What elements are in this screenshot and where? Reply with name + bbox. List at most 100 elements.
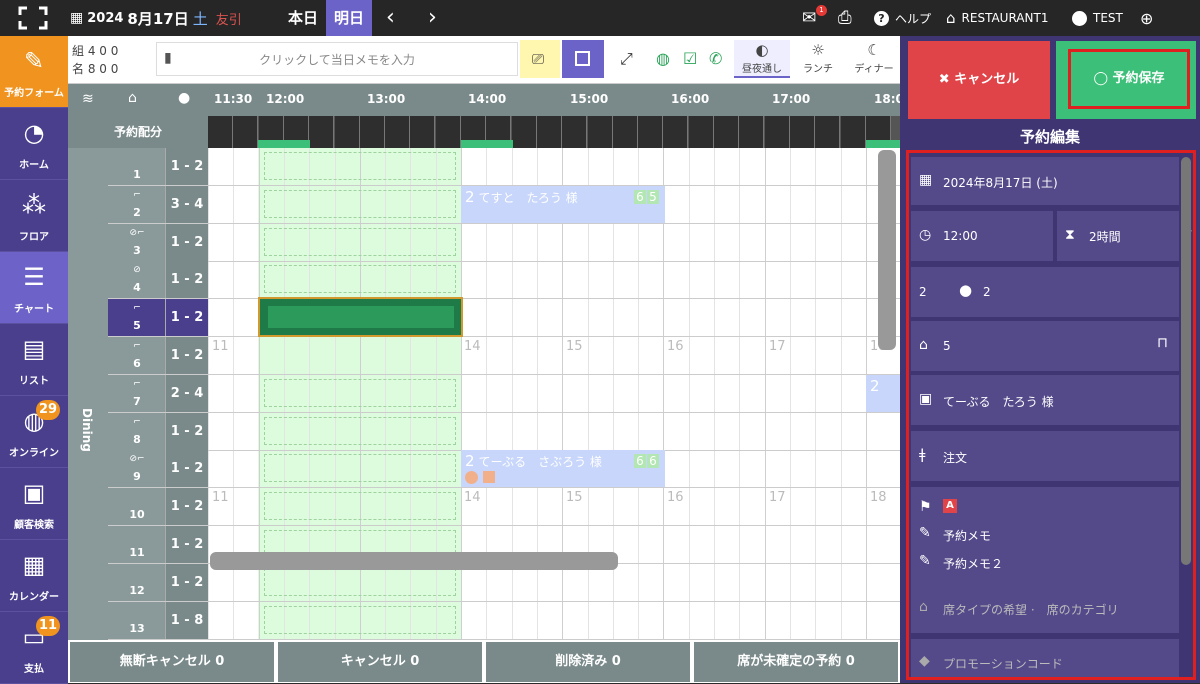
next-day-icon[interactable]: › [428, 0, 437, 36]
clock-icon: ◷ [919, 227, 932, 243]
allocation-label: 予約配分 [68, 116, 208, 148]
reservation-slot[interactable] [264, 152, 456, 180]
reservation-block[interactable]: 2 [866, 374, 900, 412]
cancel-tab[interactable]: キャンセル 0 [278, 642, 482, 682]
table-capacity: 1 - 2 [166, 488, 208, 526]
cancel-button[interactable]: ✖ キャンセル [908, 41, 1050, 119]
square-view-button[interactable] [562, 40, 604, 78]
vertical-scrollbar[interactable] [878, 150, 896, 350]
tomorrow-button[interactable]: 明日 [326, 0, 373, 36]
duration-field[interactable]: ⧗ 2時間 ▼ [1057, 211, 1192, 261]
daily-memo-input[interactable]: クリックして当日メモを入力 [156, 42, 518, 76]
flag-icon[interactable]: ⚑ [919, 499, 932, 515]
web-filter-button[interactable]: ◍ [654, 40, 676, 78]
table-row[interactable]: ⌐ 5 1 - 2 [108, 299, 900, 338]
today-button[interactable]: 本日 [280, 0, 326, 36]
sidebar-item-list[interactable]: ▤ リスト [0, 324, 68, 396]
allocation-cell [511, 116, 537, 148]
table-field[interactable]: ⌂ 5 ⊓ [911, 321, 1179, 371]
reservation-slot[interactable] [264, 378, 456, 407]
memo-section: ⚑ A ✎ 予約メモ ✎ 予約メモ２ [911, 487, 1179, 591]
print-icon[interactable]: ⎙ [838, 0, 852, 36]
horizontal-scrollbar[interactable] [210, 552, 618, 570]
reservation-block[interactable]: 2 てすと たろう 様 65 [461, 185, 665, 223]
view-lunch-button[interactable]: ☼ ランチ [790, 40, 846, 78]
restaurant-button[interactable]: ⌂ RESTAURANT1 [946, 0, 1048, 36]
mail-icon[interactable]: ✉ [802, 0, 816, 36]
save-highlight: ◯ 予約保存 [1068, 49, 1190, 109]
customer-field[interactable]: ▣ てーぶる たろう 様 [911, 375, 1179, 425]
reservation-block[interactable]: 2 てーぶる さぶろう 様 66 [461, 450, 665, 488]
reservation-slot[interactable] [264, 454, 456, 483]
person-icon[interactable]: ● [178, 90, 190, 106]
table-row[interactable]: ⊘ 4 1 - 2 [108, 261, 900, 300]
clipboard-filter-button[interactable]: ☑ [680, 40, 702, 78]
phone-filter-button[interactable]: ✆ [706, 40, 728, 78]
prev-day-icon[interactable]: ‹ [386, 0, 395, 36]
reservation-slot[interactable] [264, 416, 456, 445]
table-number: 11 [129, 546, 145, 559]
panel-scrollbar[interactable] [1181, 157, 1191, 565]
table-number-cell: 12 [108, 563, 166, 601]
tag-badge[interactable]: A [943, 499, 957, 513]
date-display[interactable]: ▦ 2024 8月17日 土 友引 [70, 0, 242, 36]
sidebar-item-payment[interactable]: ▭ 11 支払 [0, 612, 68, 684]
sidebar-item-online[interactable]: ◍ 29 オンライン [0, 396, 68, 468]
table-type-icon: ⊘⌐ [129, 227, 145, 238]
allocation-cell [435, 116, 461, 148]
help-button[interactable]: ? ヘルプ [874, 0, 931, 36]
view-day-night-button[interactable]: ◐ 昼夜通し [734, 40, 790, 78]
count-groups: 組 4 0 0 [72, 44, 119, 58]
sidebar-item-reservation-form[interactable]: ✎ 予約フォーム [0, 36, 68, 108]
reservation-slot[interactable] [264, 567, 456, 596]
unlock-icon[interactable]: ⊓ [1157, 335, 1168, 351]
deleted-tab[interactable]: 削除済み 0 [486, 642, 690, 682]
reservation-slot[interactable] [264, 189, 456, 218]
table-icon: ⌂ [919, 337, 928, 353]
table-icon[interactable]: ⌂ [128, 90, 137, 106]
allocation-bar [461, 140, 513, 148]
time-field[interactable]: ◷ 12:00 [911, 211, 1053, 261]
table-row[interactable]: ⌐ 8 1 - 2 [108, 412, 900, 451]
table-capacity: 1 - 2 [166, 450, 208, 488]
order-field[interactable]: ǂ 注文 [911, 431, 1179, 481]
save-reservation-button[interactable]: ◯ 予約保存 [1056, 41, 1196, 119]
app-logo-icon[interactable] [18, 6, 48, 30]
table-number: 1 [133, 168, 141, 181]
selected-reservation-block[interactable] [258, 297, 463, 337]
sidebar-item-customer-search[interactable]: ▣ 顧客検索 [0, 468, 68, 540]
user-button[interactable]: TEST [1072, 0, 1123, 36]
memo1-field[interactable]: 予約メモ [943, 527, 991, 544]
table-number-cell: ⌐ 2 [108, 185, 166, 223]
expand-button[interactable]: ⤢ [616, 40, 640, 78]
reservation-slot[interactable] [264, 492, 456, 521]
unassigned-tab[interactable]: 席が未確定の予約 0 [694, 642, 898, 682]
sidebar-item-floor[interactable]: ⁂ フロア [0, 180, 68, 252]
memo2-field[interactable]: 予約メモ２ [943, 555, 1003, 572]
badge-b: 5 [647, 189, 659, 204]
reservation-slot[interactable] [264, 605, 456, 634]
noshow-cancel-tab[interactable]: 無断キャンセル 0 [70, 642, 274, 682]
language-globe-icon[interactable]: ⊕ [1140, 0, 1153, 36]
sidebar-item-calendar[interactable]: ▦ カレンダー [0, 540, 68, 612]
tag-icon: ◆ [919, 653, 930, 669]
view-dinner-button[interactable]: ☾ ディナー [846, 40, 902, 78]
table-row[interactable]: ⌐ 7 2 - 4 [108, 374, 900, 413]
sidebar-item-label: オンライン [9, 448, 59, 459]
sidebar-item-home[interactable]: ◔ ホーム [0, 108, 68, 180]
table-row[interactable]: 1 1 - 2 [108, 148, 900, 186]
seat-preference-field[interactable]: ⌂ 席タイプの希望 · 席のカテゴリ [911, 583, 1179, 633]
layers-icon[interactable]: ≋ [82, 91, 94, 107]
circle-icon: ◯ [1093, 71, 1108, 86]
sidebar-item-chart[interactable]: ☰ チャート [0, 252, 68, 324]
table-row[interactable]: 13 1 - 8 [108, 601, 900, 640]
presentation-button[interactable]: ⎚ [520, 40, 560, 78]
smile-icon [465, 471, 478, 485]
date-field[interactable]: ▦ 2024年8月17日 (土) [911, 157, 1179, 205]
selected-block-fill [268, 306, 454, 328]
reservation-slot[interactable] [264, 227, 456, 256]
promo-code-field[interactable]: ◆ プロモーションコード [911, 639, 1179, 677]
reservation-slot[interactable] [264, 265, 456, 294]
table-row[interactable]: ⊘⌐ 3 1 - 2 [108, 223, 900, 262]
party-size-field[interactable]: 2 ● 2 [911, 267, 1179, 317]
